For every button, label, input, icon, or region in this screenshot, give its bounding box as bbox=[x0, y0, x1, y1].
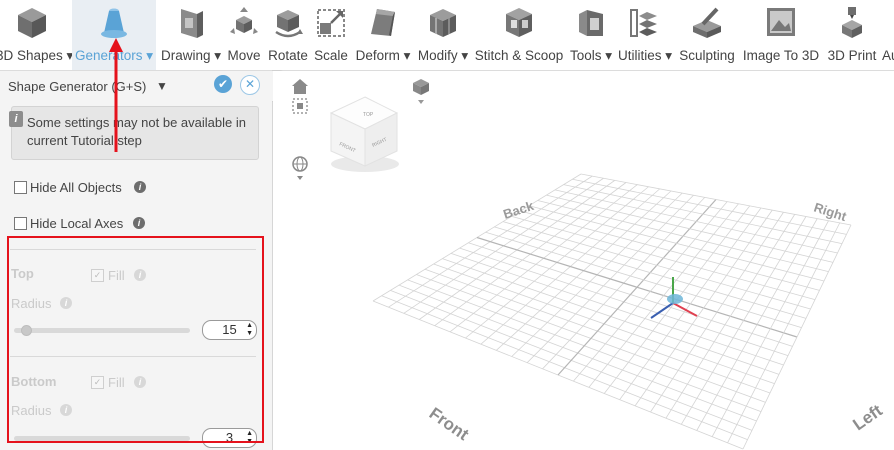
tools-icon bbox=[579, 10, 603, 36]
info-icon: i bbox=[9, 111, 23, 127]
info-icon[interactable]: i bbox=[60, 404, 72, 416]
toolbar-sculpting[interactable]: Sculpting bbox=[676, 0, 738, 70]
info-icon[interactable]: i bbox=[134, 376, 146, 388]
panel-menu-caret[interactable]: ▼ bbox=[156, 79, 168, 93]
frame-object-icon[interactable] bbox=[292, 98, 308, 114]
hide-all-objects-label: Hide All Objects bbox=[30, 180, 122, 195]
main-toolbar: 3D Shapes ▾ Generators ▾ Drawing ▾ Move bbox=[0, 0, 894, 71]
toolbar-modify[interactable]: Modify ▾ bbox=[414, 0, 472, 70]
bottom-radius-slider[interactable] bbox=[14, 436, 190, 441]
edge-label-front: Front bbox=[426, 404, 473, 445]
toolbar-scale[interactable]: Scale bbox=[312, 0, 350, 70]
shape-generator-panel: Shape Generator (G+S) ▼ ✔ ✕ i Some setti… bbox=[0, 71, 273, 450]
cube-icon bbox=[18, 8, 46, 38]
top-fill-label: Fill bbox=[108, 268, 125, 283]
toolbar-3d-print[interactable]: 3D Print bbox=[822, 0, 882, 70]
3d-print-icon bbox=[842, 7, 862, 38]
hide-local-axes-checkbox[interactable] bbox=[14, 217, 27, 230]
home-icon[interactable] bbox=[292, 79, 308, 94]
toolbar-rotate[interactable]: Rotate bbox=[266, 0, 310, 70]
toolbar-label: Scale bbox=[314, 48, 348, 63]
perspective-globe-icon[interactable] bbox=[292, 156, 308, 180]
top-radius-slider[interactable] bbox=[14, 328, 190, 333]
bottom-heading: Bottom bbox=[11, 374, 57, 389]
scene-canvas[interactable]: Back Right Front Left TOP FRONT RIGHT bbox=[273, 71, 894, 450]
top-radius-input[interactable]: 15 ▲ ▼ bbox=[202, 320, 257, 340]
notice-text: Some settings may not be available in cu… bbox=[27, 115, 246, 148]
toolbar-utilities[interactable]: Utilities ▾ bbox=[616, 0, 674, 70]
bottom-radius-label: Radius bbox=[11, 403, 52, 418]
info-icon[interactable]: i bbox=[134, 181, 146, 193]
bottom-radius-value: 3 bbox=[225, 430, 234, 445]
top-heading: Top bbox=[11, 266, 34, 281]
toolbar-label: Drawing ▾ bbox=[160, 48, 222, 63]
panel-title: Shape Generator (G+S) bbox=[8, 79, 147, 94]
toolbar-generators[interactable]: Generators ▾ bbox=[72, 0, 156, 70]
3d-viewport[interactable]: Back Right Front Left TOP FRONT RIGHT bbox=[273, 71, 894, 450]
toolbar-tools[interactable]: Tools ▾ bbox=[566, 0, 616, 70]
z-axis bbox=[650, 302, 674, 319]
toolbar-label: 3D Print bbox=[827, 48, 877, 63]
toolbar-label: Stitch & Scoop bbox=[474, 48, 564, 63]
toolbar-label: Rotate bbox=[268, 48, 308, 63]
hide-local-axes-label: Hide Local Axes bbox=[30, 216, 124, 231]
info-icon[interactable]: i bbox=[134, 269, 146, 281]
top-radius-label: Radius bbox=[11, 296, 52, 311]
tutorial-notice: i Some settings may not be available in … bbox=[9, 106, 259, 160]
divider bbox=[10, 249, 256, 250]
toolbar-label: 3D Shapes ▾ bbox=[0, 48, 74, 63]
toolbar-stitch-scoop[interactable]: Stitch & Scoop bbox=[472, 0, 566, 70]
drawing-icon bbox=[181, 9, 203, 38]
move-icon bbox=[230, 7, 258, 34]
toolbar-label: Image To 3D bbox=[742, 48, 820, 63]
image-to-3d-icon bbox=[767, 8, 795, 36]
toolbar-label: Generators ▾ bbox=[74, 48, 154, 63]
edge-label-right: Right bbox=[812, 200, 849, 225]
toolbar-label: Move bbox=[227, 48, 261, 63]
rotate-icon bbox=[275, 10, 303, 38]
edge-label-left: Left bbox=[849, 401, 886, 435]
scale-icon bbox=[317, 9, 345, 37]
hide-all-objects-checkbox[interactable] bbox=[14, 181, 27, 194]
stitch-scoop-icon bbox=[506, 8, 532, 37]
ground-grid bbox=[372, 173, 852, 450]
top-fill-checkbox[interactable]: ✓ bbox=[91, 269, 104, 282]
toolbar-3d-shapes[interactable]: 3D Shapes ▾ bbox=[0, 0, 74, 70]
view-mode-cube-icon[interactable] bbox=[413, 79, 429, 104]
bottom-fill-label: Fill bbox=[108, 375, 125, 390]
toolbar-label: Utilities ▾ bbox=[617, 48, 673, 63]
top-radius-value: 15 bbox=[222, 322, 237, 337]
toolbar-drawing[interactable]: Drawing ▾ bbox=[158, 0, 224, 70]
stepper-arrows-icon[interactable]: ▲ ▼ bbox=[246, 322, 253, 338]
toolbar-label: Sculpting bbox=[679, 48, 735, 63]
cube-face-top: TOP bbox=[363, 112, 374, 118]
divider bbox=[10, 356, 256, 357]
toolbar-label: Au bbox=[882, 48, 894, 63]
info-icon[interactable]: i bbox=[60, 297, 72, 309]
generator-cone-icon bbox=[101, 8, 127, 38]
object-origin-marker[interactable] bbox=[667, 294, 683, 304]
utilities-icon bbox=[630, 9, 657, 37]
bottom-radius-input[interactable]: 3 ▲ ▼ bbox=[202, 428, 257, 448]
toolbar-deform[interactable]: Deform ▾ bbox=[352, 0, 414, 70]
bottom-fill-checkbox[interactable]: ✓ bbox=[91, 376, 104, 389]
deform-icon bbox=[371, 9, 395, 36]
navigation-cube[interactable]: TOP FRONT RIGHT bbox=[329, 96, 399, 172]
sculpting-icon bbox=[693, 7, 721, 38]
toolbar-label: Modify ▾ bbox=[417, 48, 469, 63]
confirm-button[interactable]: ✔ bbox=[214, 75, 232, 93]
close-button[interactable]: ✕ bbox=[240, 75, 260, 95]
top-radius-slider-thumb[interactable] bbox=[21, 325, 32, 336]
toolbar-label: Tools ▾ bbox=[569, 48, 613, 63]
toolbar-move[interactable]: Move bbox=[224, 0, 264, 70]
toolbar-label: Deform ▾ bbox=[355, 48, 411, 63]
modify-icon bbox=[430, 9, 456, 37]
toolbar-overflow[interactable]: Au bbox=[882, 0, 894, 70]
stepper-arrows-icon[interactable]: ▲ ▼ bbox=[246, 430, 253, 446]
toolbar-image-to-3d[interactable]: Image To 3D bbox=[740, 0, 822, 70]
info-icon[interactable]: i bbox=[133, 217, 145, 229]
